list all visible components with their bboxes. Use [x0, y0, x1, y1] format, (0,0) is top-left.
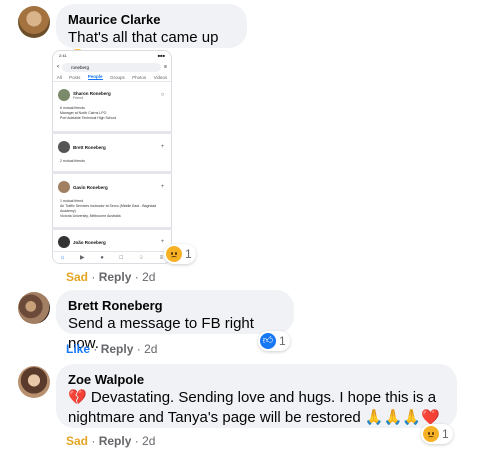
reaction-button[interactable]: Sad — [66, 270, 88, 284]
comment-bubble-zoe: Zoe Walpole 💔 Devastating. Sending love … — [56, 364, 457, 428]
home-icon: ⌂ — [60, 254, 65, 261]
phone-tab-groups: Groups — [109, 74, 125, 80]
phone-result-detail: Air Traffic Services Instructor at Serco… — [60, 204, 157, 213]
phone-result-detail: Victoria University, Melbourne Australia — [60, 214, 121, 218]
marketplace-icon: □ — [119, 254, 124, 261]
groups-icon: ● — [100, 254, 104, 261]
phone-result-name: Gavin Roneberg — [73, 184, 108, 190]
phone-result-card: Sharon Roneberg Friend ○ 6 mutual friend… — [53, 82, 171, 134]
comment-bubble-brett: Brett Roneberg Send a message to FB righ… — [56, 290, 294, 352]
add-friend-icon: + — [160, 143, 165, 150]
reaction-count: 1 — [279, 334, 286, 348]
phone-search-row: ‹ roneberg ≡ — [53, 61, 171, 73]
comment-actions: Sad · Reply · 2d — [66, 270, 155, 284]
phone-result-sub: Friend — [73, 95, 83, 100]
comment-text-line-2: nightmare and Tanya's page will be resto… — [68, 409, 440, 426]
comment-text-line-1: 💔 Devastating. Sending love and hugs. I … — [68, 389, 437, 406]
phone-tab-all: All — [56, 74, 62, 80]
phone-tab-videos: Videos — [153, 74, 168, 80]
phone-result-detail: 2 mutual friends — [60, 159, 85, 163]
reaction-count: 1 — [185, 247, 192, 261]
comment-timestamp[interactable]: 2d — [142, 434, 155, 448]
phone-status-icons: ■■■ — [157, 53, 165, 58]
add-friend-icon: + — [160, 183, 165, 190]
reaction-count-badge[interactable]: 👍︎ 1 — [258, 331, 290, 351]
comment-timestamp[interactable]: 2d — [144, 342, 157, 356]
avatar-zoe-walpole[interactable] — [18, 366, 50, 398]
avatar-maurice-clarke[interactable] — [18, 6, 50, 38]
phone-result-name: Brett Roneberg — [73, 144, 106, 150]
avatar-brett-roneberg[interactable] — [18, 292, 50, 324]
add-friend-icon: + — [160, 238, 165, 245]
separator-dot: · — [91, 270, 96, 284]
phone-result-avatar — [58, 89, 70, 101]
filter-icon: ≡ — [164, 64, 167, 70]
sad-reaction-icon — [423, 426, 439, 442]
reaction-count: 1 — [442, 427, 449, 441]
bell-icon: ♤ — [138, 255, 145, 261]
phone-result-card: João Roneberg + — [53, 230, 171, 251]
phone-tab-posts: Posts — [69, 74, 81, 80]
reply-button[interactable]: Reply — [101, 342, 134, 356]
separator-dot: · — [134, 270, 139, 284]
separator-dot: · — [136, 342, 141, 356]
phone-result-avatar — [58, 141, 70, 153]
separator-dot: · — [93, 342, 98, 356]
separator-dot: · — [91, 434, 96, 448]
separator-dot: · — [134, 434, 139, 448]
menu-icon: ≡ — [159, 254, 164, 261]
reply-button[interactable]: Reply — [99, 434, 132, 448]
phone-result-card: Brett Roneberg + 2 mutual friends — [53, 134, 171, 174]
sad-reaction-icon — [166, 246, 182, 262]
phone-search-box: roneberg — [62, 62, 162, 72]
phone-status-bar: 2:41 ■■■ — [53, 51, 171, 61]
phone-search-tabs: All Posts People Groups Photos Videos — [53, 73, 171, 82]
comment-actions: Like · Reply · 2d — [66, 342, 157, 356]
comment-timestamp[interactable]: 2d — [142, 270, 155, 284]
phone-result-name: Sharon Roneberg — [73, 90, 111, 96]
message-icon: ○ — [160, 91, 165, 98]
comment-author[interactable]: Zoe Walpole — [68, 372, 445, 388]
like-reaction-icon: 👍︎ — [260, 333, 276, 349]
phone-bottom-nav: ⌂ ▶ ● □ ♤ ≡ — [53, 251, 171, 263]
comment-author[interactable]: Brett Roneberg — [68, 298, 282, 314]
reply-button[interactable]: Reply — [99, 270, 132, 284]
comment-bubble-maurice: Maurice Clarke That's all that came up 😔 — [56, 4, 247, 66]
phone-tab-people: People — [87, 74, 103, 80]
reaction-button[interactable]: Like — [66, 342, 90, 356]
back-arrow-icon: ‹ — [57, 64, 59, 70]
reaction-count-badge[interactable]: 1 — [164, 244, 196, 264]
phone-result-detail: Port Adelaide Technical High School — [60, 116, 117, 120]
phone-status-time: 2:41 — [59, 53, 67, 58]
phone-result-avatar — [58, 181, 70, 193]
comment-author[interactable]: Maurice Clarke — [68, 12, 235, 28]
phone-result-avatar — [58, 236, 70, 248]
comment-actions: Sad · Reply · 2d — [66, 434, 155, 448]
phone-tab-photos: Photos — [132, 74, 147, 80]
attached-screenshot[interactable]: 2:41 ■■■ ‹ roneberg ≡ All Posts People G… — [52, 50, 172, 264]
reaction-count-badge[interactable]: 1 — [421, 424, 453, 444]
reaction-button[interactable]: Sad — [66, 434, 88, 448]
phone-result-name: João Roneberg — [73, 239, 106, 245]
phone-result-card: Gavin Roneberg + 1 mutual friend Air Tra… — [53, 174, 171, 230]
video-icon: ▶ — [80, 255, 85, 261]
